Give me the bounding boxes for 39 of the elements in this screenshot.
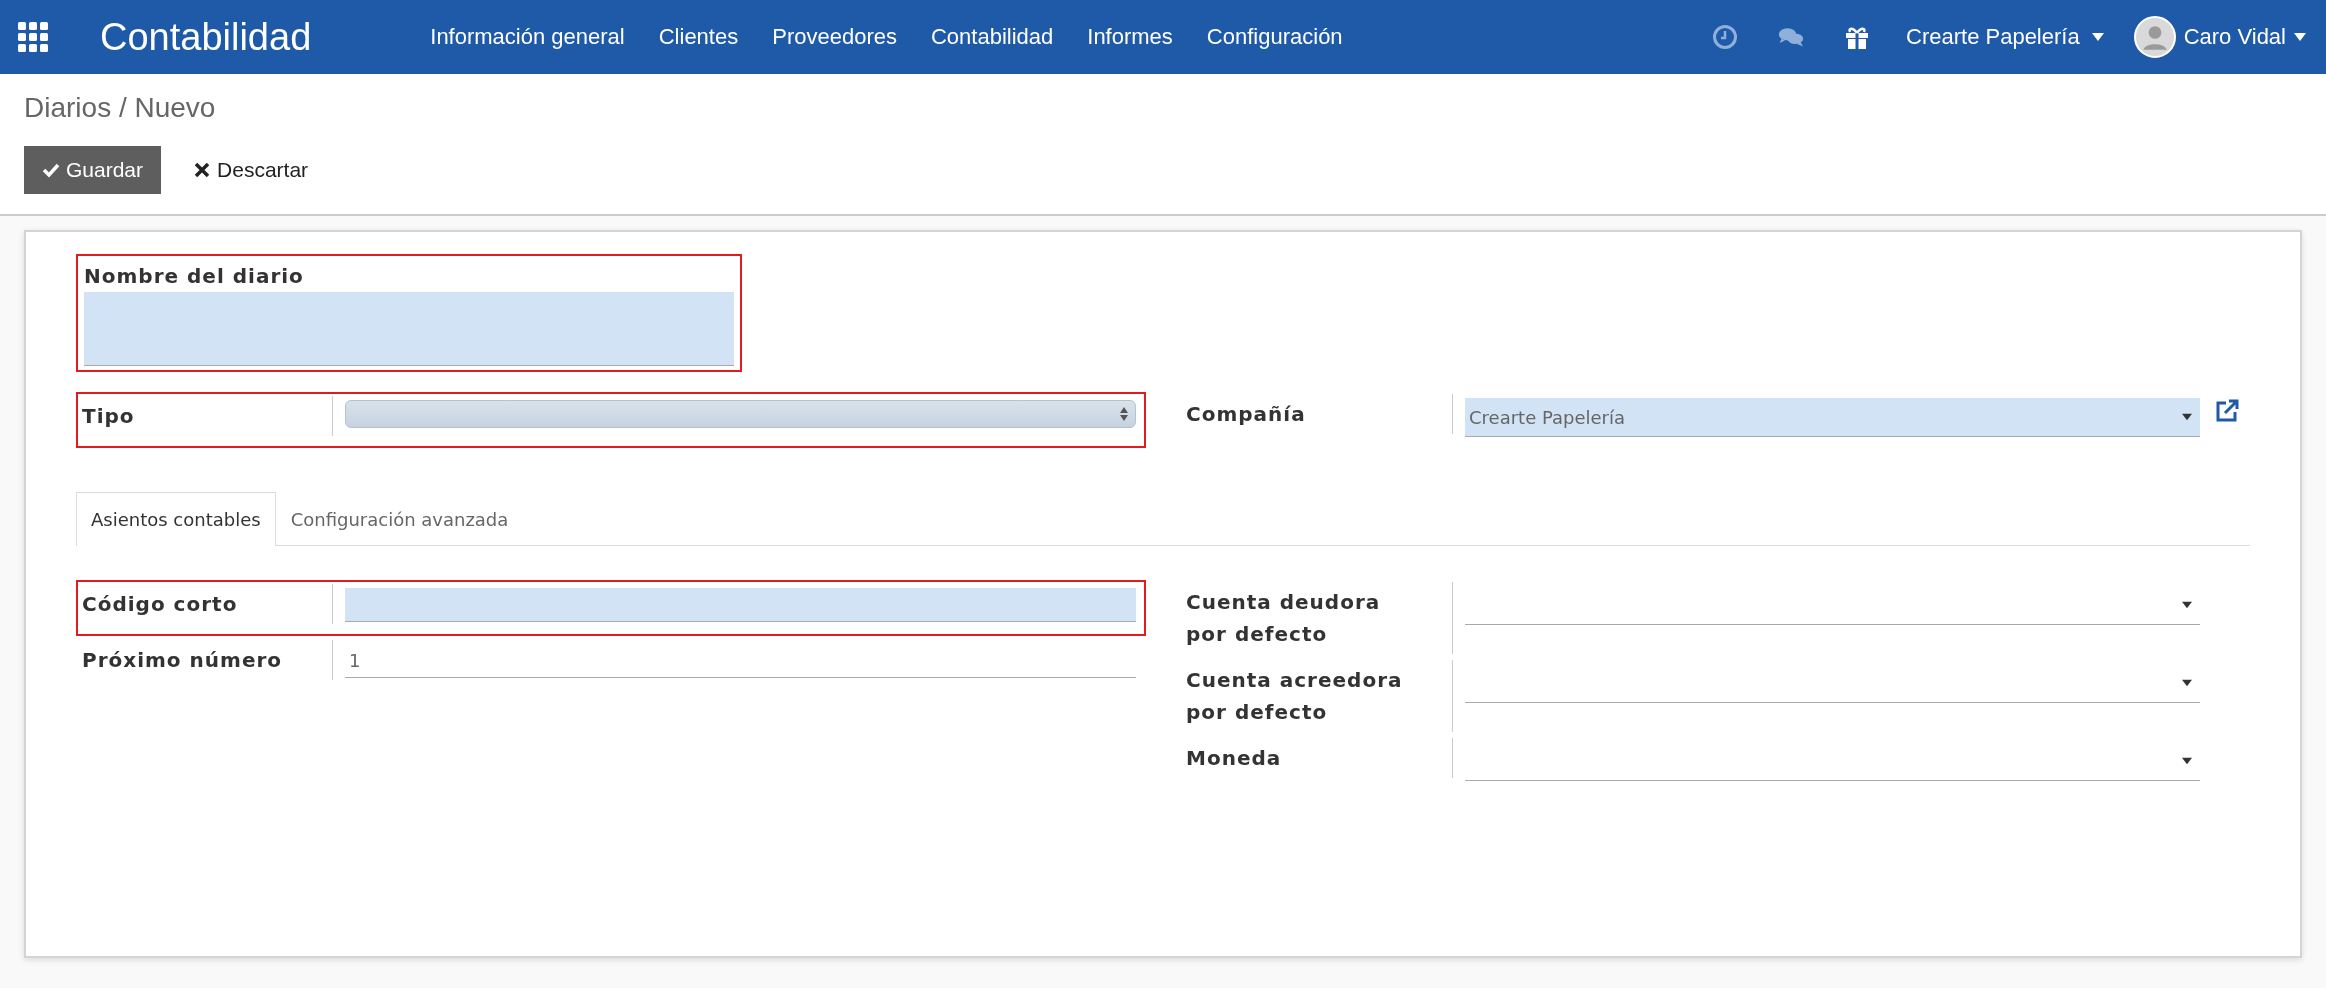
close-icon bbox=[193, 161, 212, 179]
clock-icon[interactable] bbox=[1712, 24, 1738, 50]
tab[interactable]: Configuración avanzada bbox=[275, 492, 524, 546]
menu-item[interactable]: Clientes bbox=[641, 24, 756, 50]
save-button[interactable]: Guardar bbox=[24, 146, 162, 194]
menu-item[interactable]: Proveedores bbox=[755, 24, 914, 50]
menu-item[interactable]: Configuración bbox=[1189, 24, 1360, 50]
caret-icon bbox=[2182, 757, 2192, 765]
field-label: Cuenta deudora por defecto bbox=[1186, 589, 1382, 648]
dropdown-field[interactable]: Crearte Papelería bbox=[1465, 398, 2200, 437]
external-link-icon[interactable] bbox=[2214, 398, 2240, 424]
caret-icon bbox=[2182, 679, 2192, 687]
field-label: Cuenta acreedora por defecto bbox=[1186, 667, 1404, 726]
caret-icon bbox=[2091, 33, 2104, 41]
field-label: Compañía bbox=[1186, 401, 1307, 428]
text-field[interactable] bbox=[345, 588, 1136, 622]
field-label: Moneda bbox=[1186, 745, 1283, 772]
tab[interactable]: Asientos contables bbox=[76, 492, 276, 546]
company-switcher[interactable]: Crearte Papelería bbox=[1906, 24, 2104, 50]
caret-icon bbox=[2182, 601, 2192, 609]
menu-item[interactable]: Información general bbox=[413, 24, 642, 50]
field-label: Próximo número bbox=[82, 647, 284, 674]
user-menu[interactable]: Caro Vidal bbox=[2133, 16, 2306, 58]
field-label: Código corto bbox=[82, 591, 239, 618]
caret-icon bbox=[2294, 33, 2306, 41]
app-title: Contabilidad bbox=[100, 15, 312, 59]
updown-arrows-icon bbox=[1119, 406, 1129, 422]
caret-icon bbox=[2182, 413, 2192, 421]
field-label: Tipo bbox=[82, 403, 136, 430]
check-icon bbox=[42, 161, 60, 179]
menu-item[interactable]: Informes bbox=[1070, 24, 1190, 50]
field-label: Nombre del diario bbox=[84, 263, 305, 290]
menu-item[interactable]: Contabilidad bbox=[913, 24, 1071, 50]
discard-button[interactable]: Descartar bbox=[175, 146, 327, 194]
journal-name-field[interactable] bbox=[84, 292, 734, 366]
apps-menu-icon[interactable] bbox=[18, 22, 48, 52]
breadcrumb: Diarios / Nuevo bbox=[24, 92, 217, 124]
type-select[interactable] bbox=[345, 400, 1136, 428]
avatar-icon bbox=[2133, 16, 2176, 58]
